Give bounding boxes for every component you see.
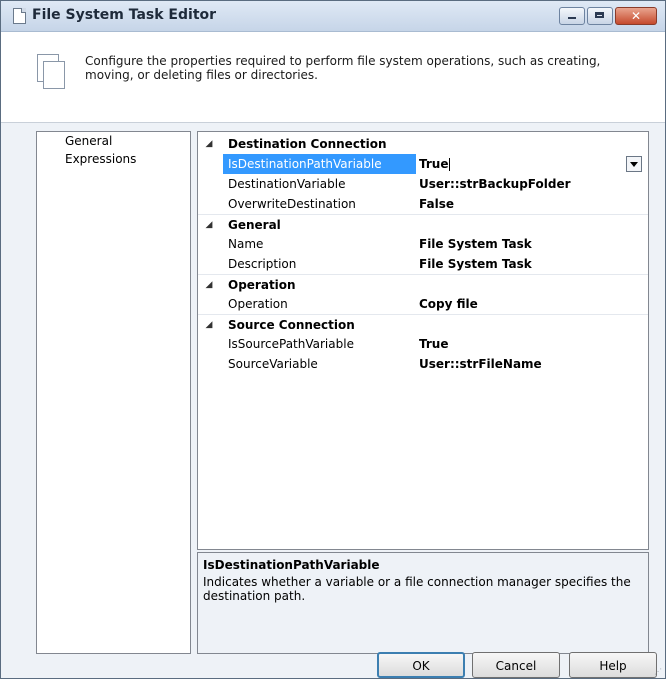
property-name: Description <box>228 257 297 271</box>
file-system-task-editor-window: File System Task Editor ✕ Configure the … <box>0 0 666 679</box>
property-row[interactable]: Operation Copy file <box>198 294 648 314</box>
property-row[interactable]: OverwriteDestination False <box>198 194 648 214</box>
category-label: General <box>228 218 281 232</box>
property-name: OverwriteDestination <box>228 197 356 211</box>
category-label: Source Connection <box>228 318 355 332</box>
category-operation[interactable]: ◢ Operation <box>198 274 648 295</box>
property-name: IsSourcePathVariable <box>228 337 354 351</box>
property-value[interactable]: User::strBackupFolder <box>419 174 571 194</box>
window-controls: ✕ <box>557 7 657 25</box>
category-label: Destination Connection <box>228 137 387 151</box>
minimize-button[interactable] <box>559 7 585 25</box>
help-title: IsDestinationPathVariable <box>203 558 380 572</box>
close-button[interactable]: ✕ <box>615 7 657 25</box>
property-name[interactable]: IsDestinationPathVariable <box>223 154 416 174</box>
nav-item-general[interactable]: General <box>37 132 190 150</box>
ok-button[interactable]: OK <box>377 652 465 678</box>
help-button[interactable]: Help <box>569 652 657 678</box>
category-general[interactable]: ◢ General <box>198 214 648 235</box>
property-row[interactable]: Description File System Task <box>198 254 648 274</box>
category-destination-connection[interactable]: ◢ Destination Connection <box>198 134 648 154</box>
property-name: Name <box>228 237 264 251</box>
property-name: SourceVariable <box>228 357 318 371</box>
category-label: Operation <box>228 278 296 292</box>
property-row[interactable]: IsDestinationPathVariable True <box>198 154 648 174</box>
property-row[interactable]: IsSourcePathVariable True <box>198 334 648 354</box>
resize-grip-icon[interactable]: ⋰ <box>654 667 662 676</box>
property-value[interactable]: False <box>419 194 454 214</box>
minimize-icon <box>568 17 576 19</box>
maximize-button[interactable] <box>587 7 613 25</box>
header-panel: Configure the properties required to per… <box>1 32 665 123</box>
help-description: Indicates whether a variable or a file c… <box>203 575 631 603</box>
dropdown-arrow-icon[interactable] <box>626 156 642 172</box>
collapse-icon[interactable]: ◢ <box>203 134 215 154</box>
property-value[interactable]: File System Task <box>419 254 532 274</box>
close-icon: ✕ <box>630 9 642 23</box>
property-name: DestinationVariable <box>228 177 346 191</box>
property-value[interactable]: True <box>419 334 448 354</box>
page-nav-list: General Expressions <box>36 131 191 654</box>
nav-item-expressions[interactable]: Expressions <box>37 150 190 168</box>
cancel-button[interactable]: Cancel <box>472 652 560 678</box>
collapse-icon[interactable]: ◢ <box>203 215 215 235</box>
header-description: Configure the properties required to per… <box>85 54 601 82</box>
property-row[interactable]: SourceVariable User::strFileName <box>198 354 648 374</box>
property-grid: ◢ Destination Connection IsDestinationPa… <box>197 131 649 550</box>
property-row[interactable]: DestinationVariable User::strBackupFolde… <box>198 174 648 194</box>
property-value[interactable]: User::strFileName <box>419 354 542 374</box>
property-value-field[interactable]: True <box>419 154 451 174</box>
document-icon <box>37 54 65 89</box>
window-title: File System Task Editor <box>32 7 217 23</box>
title-bar[interactable]: File System Task Editor ✕ <box>1 1 665 32</box>
document-icon <box>13 8 26 24</box>
category-source-connection[interactable]: ◢ Source Connection <box>198 314 648 335</box>
maximize-icon <box>595 12 604 18</box>
property-help-panel: IsDestinationPathVariable Indicates whet… <box>197 552 649 654</box>
property-row[interactable]: Name File System Task <box>198 234 648 254</box>
collapse-icon[interactable]: ◢ <box>203 315 215 335</box>
collapse-icon[interactable]: ◢ <box>203 275 215 295</box>
property-name: Operation <box>228 297 288 311</box>
property-value[interactable]: Copy file <box>419 294 478 314</box>
property-value[interactable]: File System Task <box>419 234 532 254</box>
